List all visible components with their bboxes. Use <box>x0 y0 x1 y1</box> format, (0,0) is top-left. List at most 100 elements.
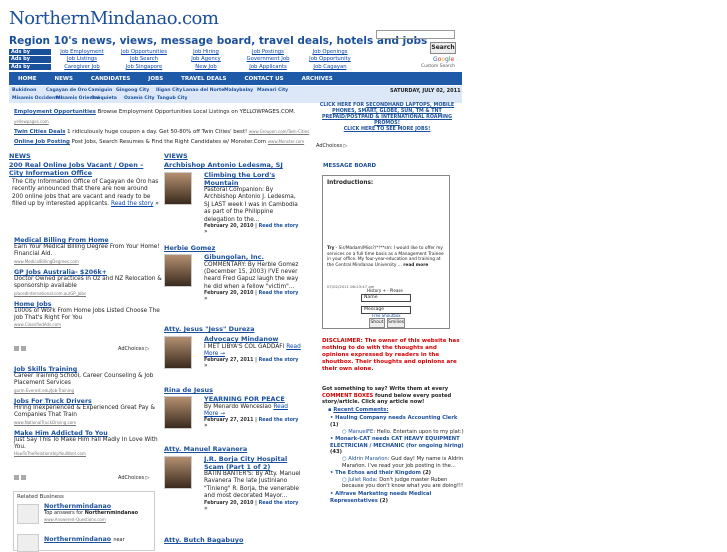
ad-title[interactable]: Home Jobs <box>14 301 164 308</box>
commenter-name[interactable]: Aldrin Marañon <box>348 456 388 462</box>
columnist-name[interactable]: Rina de Jesus <box>164 386 213 394</box>
comment-article-link[interactable]: Monark-CAT needs CAT HEAVY EQUIPMENT ELE… <box>330 436 464 449</box>
ad-link[interactable]: Job Openings <box>299 49 361 55</box>
ad-link[interactable]: Government Job <box>237 56 299 62</box>
ad-link[interactable]: Job Applicants <box>237 64 299 70</box>
nav-item-jobs[interactable]: JOBS <box>139 76 172 82</box>
news-header[interactable]: NEWS <box>9 152 31 160</box>
columnist-photo[interactable] <box>164 396 192 429</box>
news-read-link[interactable]: Read the story <box>111 201 153 207</box>
location-link[interactable]: Tangub City <box>157 96 188 101</box>
columnist-photo[interactable] <box>164 172 192 205</box>
location-link[interactable]: Malaybalay <box>224 88 253 93</box>
location-link[interactable]: Iligan City <box>156 88 182 93</box>
ad-title[interactable]: Medical Billing From Home <box>14 237 164 244</box>
ad-url[interactable]: placedinternational.com.au/GP_Jobs <box>14 291 164 296</box>
location-link[interactable]: Gingoog City <box>116 88 149 93</box>
ad-link[interactable]: Job Listings <box>51 56 113 62</box>
ad-title[interactable]: Jobs For Truck Drivers <box>14 398 164 405</box>
promo-url[interactable]: www.Monster.com <box>268 139 304 144</box>
ad-url[interactable]: www.ClassifiedAds.com <box>14 322 164 327</box>
location-link[interactable]: Ozamis City <box>124 96 155 101</box>
location-link[interactable]: Misamis Occidental <box>12 96 62 101</box>
free-shoutbox-link[interactable]: Free Shoutbox <box>372 313 401 318</box>
view-title[interactable]: Advocacy Mindanow <box>204 335 302 344</box>
promo-url[interactable]: yellowpages.com <box>14 119 49 124</box>
nav-item-travel-deals[interactable]: TRAVEL DEALS <box>172 76 235 82</box>
ad-url[interactable]: www.NationalTruckDriving.com <box>14 420 164 425</box>
nav-item-contact-us[interactable]: CONTACT US <box>236 76 293 82</box>
comment-article-link[interactable]: The Echos and their Kingdom <box>335 470 421 476</box>
more-jobs-link[interactable]: CLICK HERE TO SEE MORE JOBS! <box>344 127 431 132</box>
ads-by-google-label[interactable]: Ads by Google <box>9 63 51 76</box>
ad-link[interactable]: Job Cagayan <box>299 64 361 70</box>
ad-link[interactable]: Job Singapore <box>113 64 175 70</box>
adchoices-top[interactable]: AdChoices ▷ <box>316 143 348 149</box>
ad-url[interactable]: gurm.Everest.edu/Job-Training <box>14 388 164 393</box>
columnist-photo[interactable] <box>164 336 192 369</box>
ad-link[interactable]: Job Opportunity <box>299 56 361 62</box>
view-title[interactable]: J.R. Borja City Hospital Scam (Part 1 of… <box>204 455 302 471</box>
ads-by-google-label[interactable]: Ads by Google <box>9 48 51 61</box>
ad-link[interactable]: Job Agency <box>175 56 237 62</box>
read-story-link[interactable]: Read the story <box>259 291 299 296</box>
next-arrow-icon[interactable] <box>21 475 26 480</box>
site-logo[interactable]: NorthernMindanao.com <box>9 8 219 29</box>
ad-url[interactable]: HowToTheRelationshipYouWant.com <box>14 451 164 456</box>
read-more-link[interactable]: read more <box>403 263 428 268</box>
promo-title[interactable]: Twin Cities Deals <box>14 129 65 135</box>
ad-title[interactable]: Job Skills Training <box>14 366 164 373</box>
columnist-name[interactable]: Herbie Gomez <box>164 244 215 252</box>
nav-item-archives[interactable]: ARCHIVES <box>293 76 342 82</box>
shout-button[interactable]: Shout <box>369 318 385 328</box>
promo-title[interactable]: Online Job Posting <box>14 139 70 145</box>
prev-arrow-icon[interactable] <box>14 346 19 351</box>
location-link[interactable]: Camiguin <box>88 88 112 93</box>
comment-article-link[interactable]: Hauling Company needs Accounting Clerk <box>335 415 457 421</box>
location-link[interactable]: Mamari City <box>257 88 288 93</box>
read-story-link[interactable]: Read the story <box>259 418 299 423</box>
columnist-name[interactable]: Atty. Jesus "Jess" Dureza <box>164 325 254 333</box>
related-title-1[interactable]: Northernmindanao <box>44 503 152 510</box>
ad-link[interactable]: Job Search <box>113 56 175 62</box>
ad-link[interactable]: Job Employment <box>51 49 113 55</box>
location-link[interactable]: Oroquieta <box>91 96 117 101</box>
related-title-2[interactable]: Northernmindanao <box>44 536 111 543</box>
ad-link[interactable]: Job Hiring <box>175 49 237 55</box>
promo-url[interactable]: www.Groupon.com/Twin-Cities <box>249 129 309 134</box>
ad-link[interactable]: Job Opportunities <box>113 49 175 55</box>
ad-title[interactable]: GP Jobs Australia- $206k+ <box>14 269 164 276</box>
columnist-photo[interactable] <box>164 456 192 489</box>
ad-title[interactable]: Make Him Addicted To You <box>14 430 164 437</box>
read-story-link[interactable]: Read the story <box>259 224 299 229</box>
search-button[interactable]: Search <box>430 42 456 54</box>
history-link[interactable]: History + - Please <box>367 288 403 293</box>
read-story-link[interactable]: Read the story <box>259 501 299 506</box>
views-header[interactable]: VIEWS <box>164 152 188 160</box>
adchoices-left-1[interactable]: AdChoices ▷ <box>118 346 149 352</box>
columnist-name[interactable]: Atty. Butch Bagabuyo <box>164 536 243 544</box>
adchoices-left-2[interactable]: AdChoices ▷ <box>118 475 149 481</box>
promo-title[interactable]: Employment Opportunities <box>14 109 96 115</box>
columnist-photo[interactable] <box>164 254 192 287</box>
ad-link[interactable]: Job Postings <box>237 49 299 55</box>
ad-nav-arrows-2[interactable] <box>14 475 26 480</box>
related-url-1[interactable]: www.Answered-Questions.com <box>44 517 152 522</box>
ad-link[interactable]: New Job <box>175 64 237 70</box>
nav-item-home[interactable]: HOME <box>9 76 46 82</box>
prev-arrow-icon[interactable] <box>14 475 19 480</box>
ad-link[interactable]: Caregiver Job <box>51 64 113 70</box>
columnist-name[interactable]: Archbishop Antonio Ledesma, SJ <box>164 161 283 169</box>
smilies-button[interactable]: Smilies <box>387 318 405 328</box>
commenter-name[interactable]: ManuelFE <box>348 429 373 435</box>
view-title[interactable]: Gibungolan, Inc. <box>204 253 302 262</box>
ad-nav-arrows-1[interactable] <box>14 346 26 351</box>
location-link[interactable]: Lanao del Norte <box>183 88 224 93</box>
news-title[interactable]: 200 Real Online Jobs Vacant / Open – Cit… <box>9 161 159 177</box>
search-input[interactable] <box>376 30 455 39</box>
location-link[interactable]: Cagayan de Oro <box>46 88 87 93</box>
read-story-link[interactable]: Read the story <box>259 358 299 363</box>
nav-item-candidates[interactable]: CANDIDATES <box>82 76 139 82</box>
view-title[interactable]: Climbing the Lord's Mountain <box>204 171 302 187</box>
nav-item-news[interactable]: NEWS <box>46 76 82 82</box>
